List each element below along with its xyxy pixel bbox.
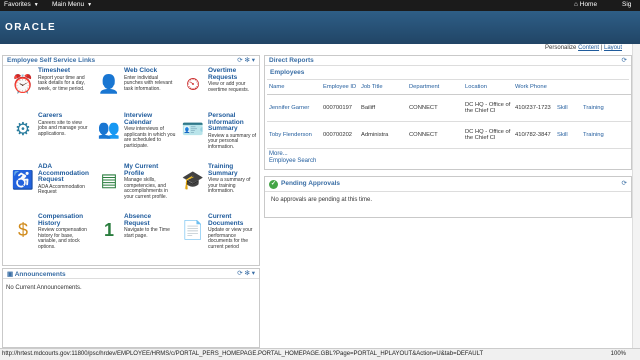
panel-header: ▣ Announcements ⟳ ✻ ▾ [3, 269, 259, 279]
graduate-icon: 🎓 [181, 170, 205, 190]
refresh-icon[interactable]: ⟳ [622, 179, 627, 187]
tile-overtime-requests[interactable]: ⏲ Overtime Requests View or add your over… [175, 67, 261, 118]
tile-absence-request[interactable]: 1 Absence Request Navigate to the Time st… [91, 213, 177, 264]
vertical-scrollbar[interactable] [632, 44, 640, 348]
direct-reports-panel: Direct Reports ⟳ Employees Name Employee… [264, 55, 632, 170]
table-row: Toby Flenderson 000700202 Administra CON… [267, 121, 631, 149]
id-card-icon: 🪪 [181, 119, 205, 139]
tile-interview-calendar[interactable]: 👥 Interview Calendar View interviews of a… [91, 112, 177, 163]
interview-icon: 👥 [97, 119, 121, 139]
tile-training-summary[interactable]: 🎓 Training Summary View a summary of your… [175, 163, 261, 214]
document-icon: 📄 [181, 220, 205, 240]
oracle-logo: ORACLE [5, 22, 57, 33]
table-header-row: Name Employee ID Job Title Department Lo… [267, 80, 631, 95]
home-icon: ⌂ [574, 1, 578, 8]
tile-timesheet[interactable]: ⏰ Timesheet Report your time and task det… [5, 67, 91, 118]
refresh-icon[interactable]: ⟳ [622, 56, 627, 64]
zoom-level[interactable]: 100% [611, 351, 626, 357]
main-menu[interactable]: Main Menu ▼ [52, 1, 92, 8]
tile-careers[interactable]: ⚙ Careers Careers site to view jobs and m… [5, 112, 91, 163]
panel-tools-icon[interactable]: ⟳ ✻ ▾ [237, 56, 255, 64]
careers-icon: ⚙ [14, 119, 32, 139]
pending-approvals-panel: ✓ Pending Approvals ⟳ No approvals are pe… [264, 176, 632, 218]
skill-link[interactable]: Skill [555, 94, 581, 122]
profile-card-icon: ▤ [100, 170, 118, 190]
browser-status-bar: http://hrtest.mdcourts.gov:11800/psc/hrd… [0, 348, 640, 360]
panel-header: ✓ Pending Approvals ⟳ [265, 177, 631, 192]
tile-current-documents[interactable]: 📄 Current Documents Update or view your p… [175, 213, 261, 264]
tile-compensation-history[interactable]: $ Compensation History Review compensatio… [5, 213, 91, 264]
overtime-icon: ⏲ [185, 74, 201, 94]
employee-name-link[interactable]: Toby Flenderson [267, 121, 321, 149]
panel-header: Employee Self Service Links ⟳ ✻ ▾ [3, 56, 259, 66]
calendar-icon: 1 [103, 220, 114, 240]
personalize-layout-link[interactable]: Layout [604, 45, 622, 51]
skill-link[interactable]: Skill [555, 121, 581, 149]
tile-web-clock[interactable]: 👤 Web Clock Enter individual punches with… [91, 67, 177, 118]
timesheet-icon: ⏰ [11, 74, 35, 94]
tile-my-current-profile[interactable]: ▤ My Current Profile Manage skills, compe… [91, 163, 177, 214]
employees-table: Name Employee ID Job Title Department Lo… [267, 80, 631, 149]
dollar-cycle-icon: $ [17, 220, 28, 240]
employees-subheader: Employees [267, 66, 629, 80]
panel-header: Direct Reports ⟳ [265, 56, 631, 66]
more-link[interactable]: More... [269, 151, 627, 158]
employee-search-link[interactable]: Employee Search [269, 158, 627, 165]
branding-header: ORACLE [0, 11, 640, 44]
panel-tools-icon[interactable]: ⟳ ✻ ▾ [237, 269, 255, 277]
pending-approvals-body: No approvals are pending at this time. [271, 197, 373, 203]
announcements-panel: ▣ Announcements ⟳ ✻ ▾ No Current Announc… [2, 268, 260, 348]
announcement-icon: ▣ [7, 271, 14, 278]
sign-out-link[interactable]: Sig [622, 1, 631, 8]
top-menu-bar: Favorites ▼ Main Menu ▼ ⌂ Home Sig [0, 0, 640, 11]
employee-name-link[interactable]: Jennifer Garner [267, 94, 321, 122]
announcements-body: No Current Announcements. [6, 285, 82, 291]
status-url: http://hrtest.mdcourts.gov:11800/psc/hrd… [2, 351, 484, 357]
table-row: Jennifer Garner 000700197 Bailiff CONNEC… [267, 94, 631, 122]
checkmark-icon: ✓ [269, 180, 278, 189]
tile-ada-accommodation[interactable]: ♿ ADA Accommodation Request ADA Accommoda… [5, 163, 91, 214]
home-link[interactable]: ⌂ Home [574, 1, 597, 8]
web-clock-icon: 👤 [97, 74, 121, 94]
wheelchair-icon: ♿ [11, 170, 35, 190]
personalize-content-link[interactable]: Content [578, 45, 599, 51]
tile-personal-information[interactable]: 🪪 Personal Information Summary Review a s… [175, 112, 261, 163]
personalize-bar: Personalize Content | Layout [545, 45, 622, 51]
employee-self-service-panel: Employee Self Service Links ⟳ ✻ ▾ ⏰ Time… [2, 55, 260, 266]
favorites-menu[interactable]: Favorites ▼ [4, 1, 39, 8]
training-link[interactable]: Training [581, 121, 631, 149]
training-link[interactable]: Training [581, 94, 631, 122]
